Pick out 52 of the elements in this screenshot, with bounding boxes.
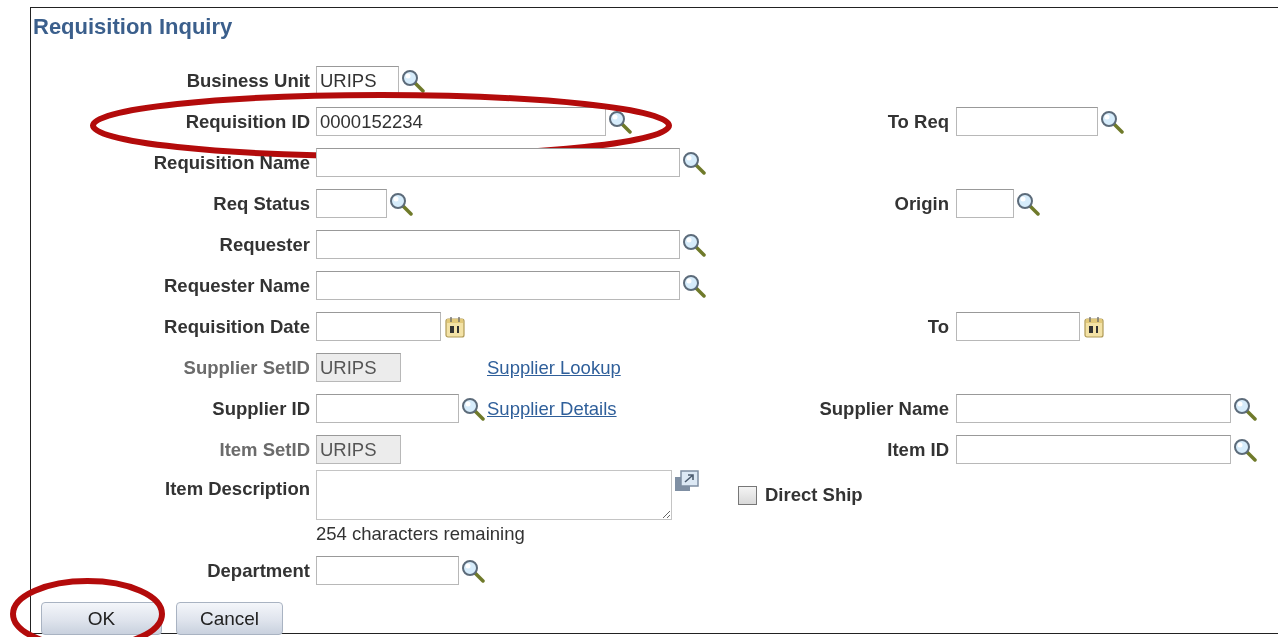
text-field[interactable]	[316, 312, 441, 341]
field-label: Supplier SetID	[183, 356, 310, 379]
search-icon[interactable]	[461, 396, 485, 421]
search-icon[interactable]	[682, 232, 706, 257]
dialog-button[interactable]: OK	[41, 602, 162, 635]
characters-remaining: 254 characters remaining	[316, 523, 525, 545]
search-icon[interactable]	[401, 68, 425, 93]
search-icon[interactable]	[461, 558, 485, 583]
field-label: Item SetID	[219, 438, 310, 461]
field-label: Req Status	[213, 192, 310, 215]
text-field[interactable]	[316, 556, 459, 585]
page-title: Requisition Inquiry	[33, 14, 233, 40]
text-field[interactable]: 0000152234	[316, 107, 606, 136]
field-label: Requester Name	[164, 274, 310, 297]
text-field[interactable]	[956, 435, 1231, 464]
direct-ship-checkbox[interactable]: Direct Ship	[738, 484, 863, 506]
text-field[interactable]	[956, 189, 1014, 218]
search-icon[interactable]	[608, 109, 632, 134]
search-icon[interactable]	[389, 191, 413, 216]
calendar-icon[interactable]	[443, 314, 467, 339]
field-label: Requisition Date	[164, 315, 310, 338]
text-field[interactable]	[956, 107, 1098, 136]
text-field[interactable]	[956, 394, 1231, 423]
text-field[interactable]	[316, 189, 387, 218]
field-label: Requisition ID	[185, 110, 310, 133]
text-field[interactable]	[316, 271, 680, 300]
text-field[interactable]	[956, 312, 1080, 341]
search-icon[interactable]	[1016, 191, 1040, 216]
text-field[interactable]	[316, 230, 680, 259]
link[interactable]: Supplier Details	[487, 397, 617, 420]
field-label: Requisition Name	[153, 151, 310, 174]
field-label: Item Description	[165, 478, 310, 500]
search-icon[interactable]	[1233, 437, 1257, 462]
field-label: Business Unit	[186, 69, 310, 92]
field-label: To Req	[887, 110, 949, 133]
checkbox[interactable]	[738, 485, 757, 505]
text-field[interactable]	[316, 394, 459, 423]
search-icon[interactable]	[682, 273, 706, 298]
field-label: Department	[207, 559, 310, 582]
search-icon[interactable]	[682, 150, 706, 175]
search-icon[interactable]	[1100, 109, 1124, 134]
search-icon[interactable]	[1233, 396, 1257, 421]
field-label: To	[927, 315, 949, 338]
calendar-icon[interactable]	[1082, 314, 1106, 339]
field-label: Origin	[894, 192, 949, 215]
field-label: Supplier Name	[819, 397, 949, 420]
dialog-button[interactable]: Cancel	[176, 602, 283, 635]
field-label: Supplier ID	[212, 397, 310, 420]
text-field[interactable]	[316, 148, 680, 177]
field-label: Requester	[219, 233, 310, 256]
field-label: Item ID	[887, 438, 949, 461]
expand-icon[interactable]	[674, 470, 700, 494]
